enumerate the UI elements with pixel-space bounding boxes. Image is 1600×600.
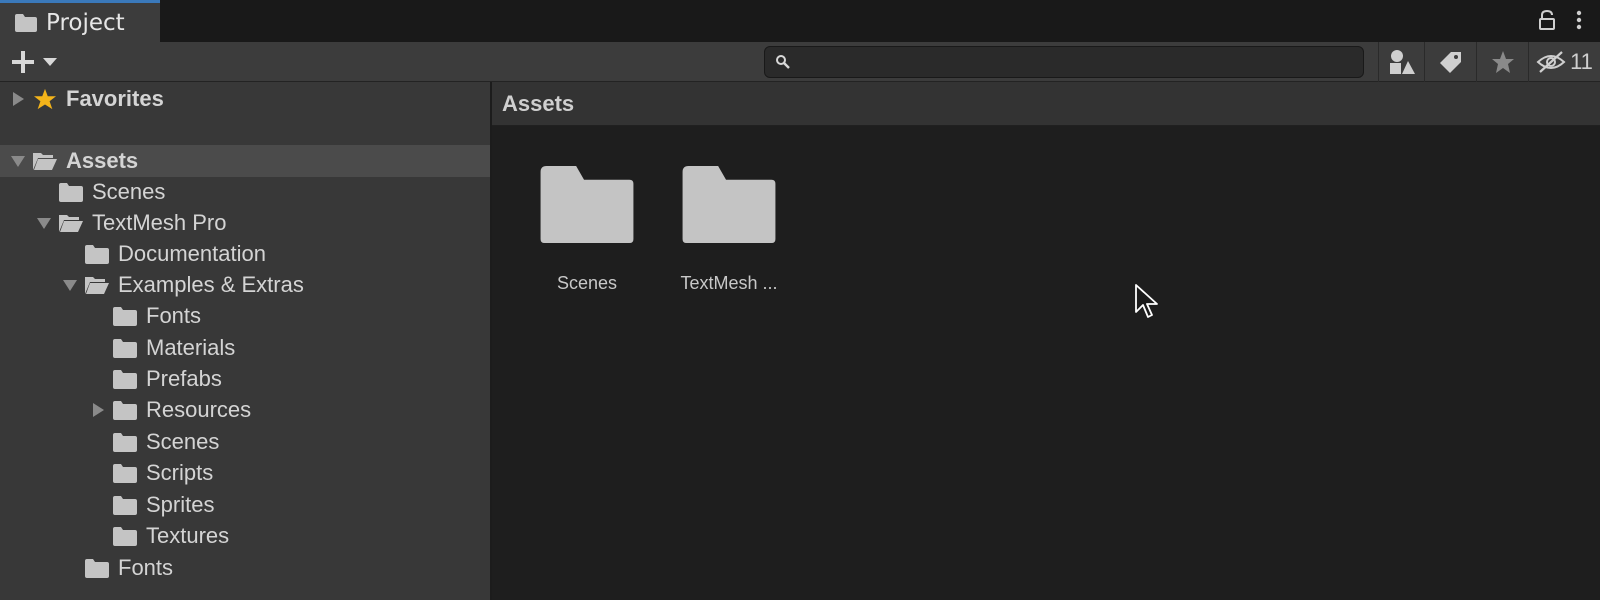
tree-item-label: Fonts [146, 303, 202, 328]
tree-item-label: Textures [146, 523, 230, 548]
search-by-type-button[interactable] [1378, 42, 1424, 82]
create-button[interactable] [10, 48, 66, 76]
project-toolbar: 11 [0, 42, 1600, 82]
open-folder-icon [85, 277, 109, 294]
tree-item-fonts[interactable]: Fonts [0, 300, 490, 332]
tree-item-prefabs[interactable]: Prefabs [0, 363, 490, 395]
tree-item-label: Favorites [66, 86, 164, 111]
tree-item-label: Sprites [146, 492, 215, 517]
open-folder-icon [33, 153, 57, 170]
folder-icon [85, 245, 109, 264]
chevron-down-icon [43, 58, 57, 66]
tree-item-label: Scenes [146, 429, 220, 454]
tag-icon [1439, 52, 1461, 73]
tree-item-examples-extras[interactable]: Examples & Extras [0, 269, 490, 301]
tree-item-label: Materials [146, 335, 236, 360]
hidden-count: 11 [1570, 49, 1593, 74]
assets-content-panel: Assets Scenes TextMesh ... [492, 82, 1600, 600]
folder-icon [113, 433, 137, 452]
lock-icon[interactable] [1538, 10, 1556, 30]
tree-item-label: Assets [66, 148, 139, 173]
folder-icon [113, 464, 137, 483]
favorites-filter-button[interactable] [1476, 42, 1528, 82]
search-input[interactable] [799, 49, 1349, 75]
tree-item-assets[interactable]: Assets [0, 145, 490, 177]
kebab-menu-icon[interactable] [1576, 10, 1582, 30]
asset-folder-textmesh-pro[interactable]: TextMesh ... [664, 164, 794, 294]
eye-slash-icon [1536, 51, 1566, 73]
tree-item-label: TextMesh Pro [92, 210, 227, 235]
asset-folder-scenes[interactable]: Scenes [522, 164, 652, 294]
search-field[interactable] [764, 46, 1364, 78]
chevron-down-icon[interactable] [62, 277, 78, 293]
chevron-right-icon[interactable] [10, 91, 26, 107]
folder-icon [113, 370, 137, 389]
chevron-right-icon[interactable] [90, 402, 106, 418]
breadcrumb: Assets [492, 82, 1600, 126]
folder-icon [113, 496, 137, 515]
folder-icon [85, 559, 109, 578]
tree-item-label: Resources [146, 397, 252, 422]
chevron-down-icon[interactable] [10, 153, 26, 169]
tree-item-materials[interactable]: Materials [0, 332, 490, 364]
asset-label: TextMesh ... [680, 273, 778, 293]
tree-item-label: Prefabs [146, 366, 222, 391]
tree-item-label: Fonts [118, 555, 174, 580]
folder-icon [113, 339, 137, 358]
folder-icon [540, 165, 634, 244]
tree-item-resources[interactable]: Resources [0, 394, 490, 426]
chevron-down-icon[interactable] [36, 215, 52, 231]
folder-icon [113, 307, 137, 326]
breadcrumb-assets[interactable]: Assets [502, 91, 574, 117]
star-icon [34, 88, 56, 110]
star-icon [1491, 51, 1514, 73]
folder-icon [682, 165, 776, 244]
open-folder-icon [59, 215, 83, 232]
tree-item-documentation[interactable]: Documentation [0, 238, 490, 270]
tree-item-label: Scripts [146, 460, 214, 485]
plus-icon [12, 51, 34, 73]
folder-icon [113, 527, 137, 546]
tree-item-favorites[interactable]: Favorites [0, 83, 490, 115]
folder-tree-panel: Favorites Assets Scenes TextMesh Pro Doc… [0, 82, 492, 600]
tab-title: Project [46, 9, 125, 36]
tree-item-label: Examples & Extras [118, 272, 304, 297]
folder-icon [15, 13, 37, 32]
search-icon [776, 55, 790, 69]
tree-item-sprites[interactable]: Sprites [0, 489, 490, 521]
tree-item-scenes[interactable]: Scenes [0, 176, 490, 208]
window-tab-bar: Project [0, 0, 1600, 42]
tree-item-textures[interactable]: Textures [0, 520, 490, 552]
tree-item-textmesh-pro[interactable]: TextMesh Pro [0, 207, 490, 239]
tab-project[interactable]: Project [0, 0, 160, 42]
hidden-packages-toggle[interactable]: 11 [1528, 42, 1600, 82]
asset-label: Scenes [556, 273, 618, 293]
tree-item-fonts-textmesh[interactable]: Fonts [0, 552, 490, 584]
folder-icon [59, 183, 83, 202]
tree-item-scenes-examples[interactable]: Scenes [0, 426, 490, 458]
tree-item-label: Scenes [92, 179, 166, 204]
folder-icon [113, 401, 137, 420]
shapes-icon [1389, 50, 1415, 74]
tree-item-scripts[interactable]: Scripts [0, 457, 490, 489]
mouse-cursor-icon [1135, 284, 1158, 318]
search-by-label-button[interactable] [1424, 42, 1476, 82]
tree-item-label: Documentation [118, 241, 266, 266]
